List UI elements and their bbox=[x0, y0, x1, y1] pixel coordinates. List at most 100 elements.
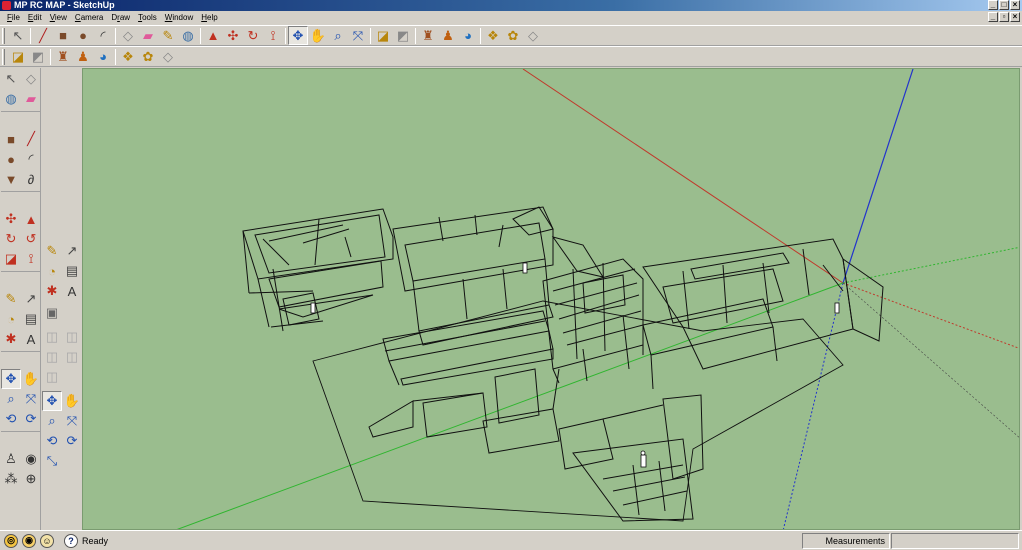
push-pull-icon[interactable]: ▲ bbox=[21, 209, 41, 229]
modeling-viewport[interactable] bbox=[82, 68, 1020, 530]
menu-draw[interactable]: Draw bbox=[107, 11, 134, 24]
axes-icon[interactable]: ✱ bbox=[42, 281, 62, 301]
line-icon[interactable]: ╱ bbox=[21, 129, 41, 149]
push-pull-icon[interactable]: ▲ bbox=[203, 26, 223, 45]
toolbar-grip[interactable] bbox=[2, 27, 5, 44]
section-plane-icon[interactable]: ⊕ bbox=[21, 469, 41, 489]
close-button[interactable]: × bbox=[1010, 0, 1020, 10]
follow-me-icon[interactable]: ↺ bbox=[21, 229, 41, 249]
zoom-window-icon[interactable]: ⤧ bbox=[21, 389, 41, 409]
doc-close-button[interactable]: × bbox=[1010, 12, 1020, 22]
pan-icon[interactable]: ✋ bbox=[21, 369, 41, 389]
extension-icon[interactable]: ◇ bbox=[523, 26, 543, 45]
move-icon[interactable]: ✣ bbox=[223, 26, 243, 45]
doc-minimize-button[interactable]: _ bbox=[988, 12, 998, 22]
maximize-button[interactable]: □ bbox=[999, 0, 1009, 10]
menu-view[interactable]: View bbox=[46, 11, 71, 24]
menu-tools[interactable]: Tools bbox=[134, 11, 161, 24]
paint-bucket-icon[interactable]: ◍ bbox=[178, 26, 198, 45]
position-camera-icon[interactable]: ♙ bbox=[1, 449, 21, 469]
orbit-icon[interactable]: ✥ bbox=[1, 369, 21, 389]
layer-icon[interactable]: ▣ bbox=[42, 305, 62, 321]
paint-bucket-icon[interactable]: ◍ bbox=[1, 89, 21, 109]
look-around-icon[interactable]: ◉ bbox=[21, 449, 41, 469]
outer-shell-icon[interactable]: ◫ bbox=[42, 327, 62, 347]
eraser-icon[interactable]: ▰ bbox=[138, 26, 158, 45]
subtract-icon[interactable]: ◫ bbox=[62, 347, 82, 367]
minimize-button[interactable]: _ bbox=[988, 0, 998, 10]
previous-view-icon[interactable]: ◪ bbox=[373, 26, 393, 45]
text-icon[interactable]: ▤ bbox=[62, 261, 82, 281]
extension-icon[interactable]: ◇ bbox=[158, 47, 178, 66]
3d-text-icon[interactable]: A bbox=[21, 329, 41, 349]
user-icon[interactable]: ☺ bbox=[40, 533, 54, 548]
dimension-icon[interactable]: ↗ bbox=[62, 241, 82, 261]
warehouse-icon[interactable]: ✿ bbox=[503, 26, 523, 45]
previous-view-icon[interactable]: ⟲ bbox=[1, 409, 21, 429]
scale-icon[interactable]: ◪ bbox=[1, 249, 21, 269]
select-icon[interactable]: ↖ bbox=[8, 26, 28, 45]
rectangle-icon[interactable]: ■ bbox=[53, 26, 73, 45]
share-component-icon[interactable]: ◕ bbox=[458, 26, 478, 45]
union-icon[interactable]: ◫ bbox=[42, 347, 62, 367]
zoom-icon[interactable]: ⌕ bbox=[1, 389, 21, 409]
zoom-extents-icon[interactable]: ⤧ bbox=[348, 26, 368, 45]
get-models-icon[interactable]: ♜ bbox=[418, 26, 438, 45]
next-view-icon[interactable]: ⟳ bbox=[62, 431, 82, 451]
menu-window[interactable]: Window bbox=[161, 11, 197, 24]
pan-icon[interactable]: ✋ bbox=[62, 391, 82, 411]
eraser-icon[interactable]: ▰ bbox=[21, 89, 41, 109]
zoom-icon[interactable]: ⌕ bbox=[328, 26, 348, 45]
photo-textures-icon[interactable]: ❖ bbox=[118, 47, 138, 66]
measurements-input[interactable] bbox=[891, 533, 1019, 549]
toolbar-grip[interactable] bbox=[2, 48, 5, 65]
share-component-icon[interactable]: ◕ bbox=[93, 47, 113, 66]
protractor-icon[interactable]: ◔ bbox=[42, 261, 62, 281]
previous-view-icon[interactable]: ⟲ bbox=[42, 431, 62, 451]
make-component-icon[interactable]: ◇ bbox=[118, 26, 138, 45]
menu-file[interactable]: File bbox=[3, 11, 24, 24]
arc-icon[interactable]: ◜ bbox=[21, 149, 41, 169]
polygon-icon[interactable]: ▼ bbox=[1, 169, 21, 189]
rotate-icon[interactable]: ↻ bbox=[1, 229, 21, 249]
make-component-icon[interactable]: ◇ bbox=[21, 69, 41, 89]
geo-location-icon[interactable]: ◎ bbox=[4, 533, 18, 548]
select-icon[interactable]: ↖ bbox=[1, 69, 21, 89]
menu-edit[interactable]: Edit bbox=[24, 11, 46, 24]
next-view-icon[interactable]: ◩ bbox=[393, 26, 413, 45]
orbit-icon[interactable]: ✥ bbox=[288, 26, 308, 45]
3d-text-icon[interactable]: A bbox=[62, 281, 82, 301]
credits-icon[interactable]: ◉ bbox=[22, 533, 36, 548]
walk-icon[interactable]: ⁂ bbox=[1, 469, 21, 489]
circle-icon[interactable]: ● bbox=[1, 149, 21, 169]
offset-icon[interactable]: ⟟ bbox=[263, 26, 283, 45]
pan-icon[interactable]: ✋ bbox=[308, 26, 328, 45]
zoom-window-icon[interactable]: ⤧ bbox=[62, 411, 82, 431]
line-icon[interactable]: ╱ bbox=[33, 26, 53, 45]
add-location-icon[interactable]: ◪ bbox=[8, 47, 28, 66]
menu-camera[interactable]: Camera bbox=[71, 11, 107, 24]
axes-icon[interactable]: ✱ bbox=[1, 329, 21, 349]
offset-icon[interactable]: ⟟ bbox=[21, 249, 41, 269]
tape-measure-icon[interactable]: ✎ bbox=[1, 289, 21, 309]
rectangle-icon[interactable]: ■ bbox=[1, 129, 21, 149]
share-model-icon[interactable]: ♟ bbox=[438, 26, 458, 45]
move-icon[interactable]: ✣ bbox=[1, 209, 21, 229]
help-icon[interactable]: ? bbox=[64, 533, 78, 548]
zoom-icon[interactable]: ⌕ bbox=[42, 411, 62, 431]
trim-icon[interactable]: ◫ bbox=[42, 367, 62, 387]
orbit-icon[interactable]: ✥ bbox=[42, 391, 62, 411]
toggle-terrain-icon[interactable]: ◩ bbox=[28, 47, 48, 66]
circle-icon[interactable]: ● bbox=[73, 26, 93, 45]
freehand-icon[interactable]: ∂ bbox=[21, 169, 41, 189]
tape-measure-icon[interactable]: ✎ bbox=[158, 26, 178, 45]
arc-icon[interactable]: ◜ bbox=[93, 26, 113, 45]
tape-measure-icon[interactable]: ✎ bbox=[42, 241, 62, 261]
zoom-extents-icon[interactable]: ⟳ bbox=[21, 409, 41, 429]
share-model-icon[interactable]: ♟ bbox=[73, 47, 93, 66]
rotate-icon[interactable]: ↻ bbox=[243, 26, 263, 45]
warehouse-icon[interactable]: ✿ bbox=[138, 47, 158, 66]
text-icon[interactable]: ▤ bbox=[21, 309, 41, 329]
dimension-icon[interactable]: ↗ bbox=[21, 289, 41, 309]
intersect-icon[interactable]: ◫ bbox=[62, 327, 82, 347]
